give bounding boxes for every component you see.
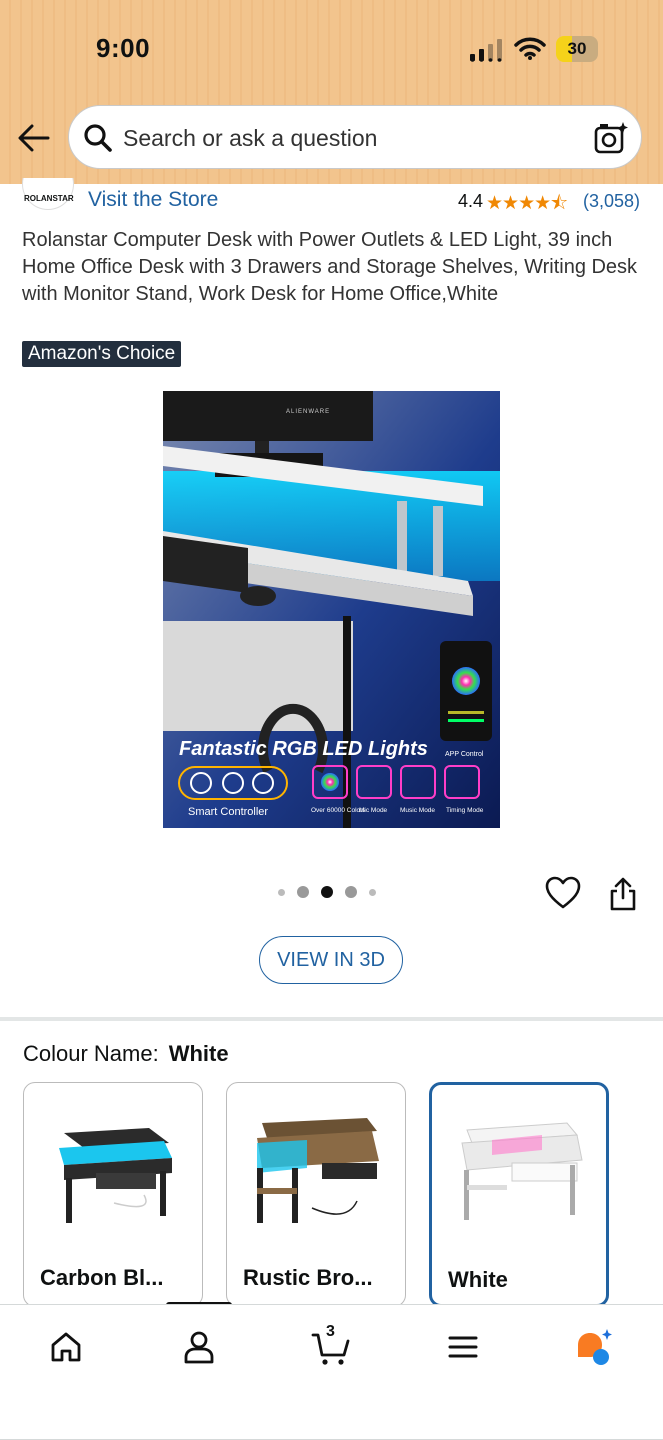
- search-input[interactable]: [123, 120, 563, 156]
- camera-search-icon[interactable]: [593, 120, 629, 156]
- product-title: Rolanstar Computer Desk with Power Outle…: [22, 229, 638, 305]
- star-rating-icon[interactable]: ★★★★⯪: [486, 189, 568, 221]
- visit-store-link[interactable]: Visit the Store: [88, 188, 218, 212]
- colour-name-label: Colour Name: White: [23, 1041, 229, 1066]
- store-logo[interactable]: ROLANSTAR: [22, 178, 74, 212]
- colour-option-carbon-black[interactable]: Carbon Bl...: [23, 1082, 203, 1307]
- header: 9:00 30: [0, 0, 663, 184]
- carousel-dot[interactable]: [278, 888, 285, 896]
- smart-controller-label: Smart Controller: [188, 806, 268, 818]
- colour-option-rustic-brown[interactable]: Rustic Bro...: [226, 1082, 406, 1307]
- account-icon[interactable]: [179, 1327, 219, 1367]
- colour-option-label: Rustic Bro...: [243, 1265, 373, 1290]
- view-in-3d-button[interactable]: VIEW IN 3D: [259, 936, 403, 984]
- colour-option-label: White: [448, 1267, 508, 1292]
- colour-option-white[interactable]: White: [429, 1082, 609, 1307]
- bottom-nav: 3: [0, 1304, 663, 1440]
- rufus-assistant-icon[interactable]: [574, 1327, 614, 1367]
- section-divider: [0, 1017, 663, 1021]
- app-control-label: APP Control: [445, 751, 484, 758]
- status-time: 9:00: [96, 33, 151, 63]
- swatch-image: [257, 1118, 379, 1223]
- carousel-dot[interactable]: [345, 886, 357, 898]
- carousel-dot-active[interactable]: [321, 886, 333, 898]
- swatch-image: [59, 1128, 172, 1223]
- menu-icon[interactable]: [443, 1327, 483, 1367]
- signal-icon: [470, 39, 502, 62]
- review-count-link[interactable]: (3,058): [583, 191, 640, 212]
- amazons-choice-badge: Amazon's Choice: [22, 341, 182, 367]
- back-arrow-icon[interactable]: [16, 120, 52, 156]
- feature-label: Timing Mode: [446, 807, 484, 814]
- image-headline: Fantastic RGB LED Lights: [179, 738, 428, 760]
- product-image[interactable]: Fantastic RGB LED Lights APP Control ALI…: [163, 391, 500, 828]
- carousel-dot[interactable]: [369, 888, 376, 896]
- rating-value: 4.4: [458, 191, 484, 211]
- selected-colour: White: [168, 1041, 229, 1066]
- search-bar[interactable]: [68, 105, 642, 169]
- monitor-brand: ALIENWARE: [286, 409, 330, 415]
- share-icon[interactable]: [608, 876, 638, 912]
- swatch-image: [461, 1122, 583, 1220]
- home-icon[interactable]: [46, 1327, 86, 1367]
- feature-label: Music Mode: [400, 807, 435, 814]
- feature-label: Over 60000 Colors: [311, 807, 366, 814]
- cart-button[interactable]: 3: [311, 1323, 351, 1367]
- wifi-icon: [514, 37, 546, 60]
- carousel-dots[interactable]: [278, 886, 376, 898]
- cart-count: 3: [326, 1323, 335, 1340]
- search-icon: [84, 124, 112, 152]
- colour-option-label: Carbon Bl...: [40, 1265, 164, 1290]
- carousel-dot[interactable]: [297, 886, 309, 898]
- battery-indicator: 30: [556, 36, 598, 62]
- heart-icon[interactable]: [545, 876, 581, 910]
- feature-label: Mic Mode: [359, 807, 388, 814]
